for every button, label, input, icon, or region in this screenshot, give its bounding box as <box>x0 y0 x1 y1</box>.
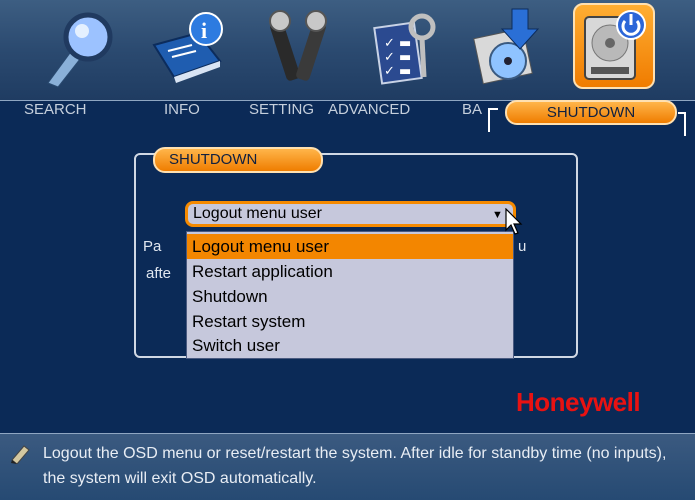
dropdown-option[interactable]: Switch user <box>187 333 513 358</box>
backup-disc-icon[interactable] <box>468 3 550 89</box>
checklist-keys-icon[interactable]: ✓ ▬ ✓ ▬ ✓ ▬ <box>364 3 446 89</box>
info-book-icon[interactable]: i <box>148 3 230 89</box>
power-drive-icon[interactable] <box>573 3 655 89</box>
dropdown-option[interactable]: Restart application <box>187 259 513 284</box>
top-menu-bar: i ✓ ▬ ✓ ▬ ✓ ▬ <box>0 0 695 101</box>
nav-label-info[interactable]: INFO <box>164 101 200 118</box>
svg-text:✓ ▬: ✓ ▬ <box>384 64 411 79</box>
dropdown-option[interactable]: Restart system <box>187 309 513 334</box>
obscured-label-2: afte <box>146 265 172 282</box>
mouse-pointer-icon <box>505 207 525 241</box>
chevron-down-icon[interactable]: ▼ <box>492 205 503 225</box>
search-magnifier-icon[interactable] <box>40 3 122 89</box>
svg-text:✓ ▬: ✓ ▬ <box>384 36 411 51</box>
svg-text:✓ ▬: ✓ ▬ <box>384 50 411 65</box>
tools-wrench-icon[interactable] <box>258 3 340 89</box>
dropdown-list: Logout menu user Restart application Shu… <box>186 231 514 359</box>
help-text: Logout the OSD menu or reset/restart the… <box>43 445 667 487</box>
panel-title: SHUTDOWN <box>153 147 323 173</box>
help-pencil-icon <box>10 442 32 469</box>
dropdown-option[interactable]: Shutdown <box>187 284 513 309</box>
select-value: Logout menu user <box>193 205 322 222</box>
svg-text:i: i <box>201 18 207 43</box>
tab-bracket <box>488 108 498 132</box>
help-footer: Logout the OSD menu or reset/restart the… <box>0 433 695 500</box>
nav-label-setting[interactable]: SETTING <box>249 101 314 118</box>
tab-edge <box>678 112 686 136</box>
nav-label-backup[interactable]: BA <box>462 101 482 118</box>
shutdown-mode-select[interactable]: Logout menu user ▼ <box>185 201 516 227</box>
dropdown-option[interactable]: Logout menu user <box>187 234 513 259</box>
brand-logo: Honeywell <box>516 387 641 417</box>
tab-shutdown[interactable]: SHUTDOWN <box>505 100 677 125</box>
nav-label-advanced[interactable]: ADVANCED <box>328 101 410 118</box>
obscured-label-1: Pa <box>143 238 162 255</box>
nav-label-search[interactable]: SEARCH <box>24 101 87 118</box>
